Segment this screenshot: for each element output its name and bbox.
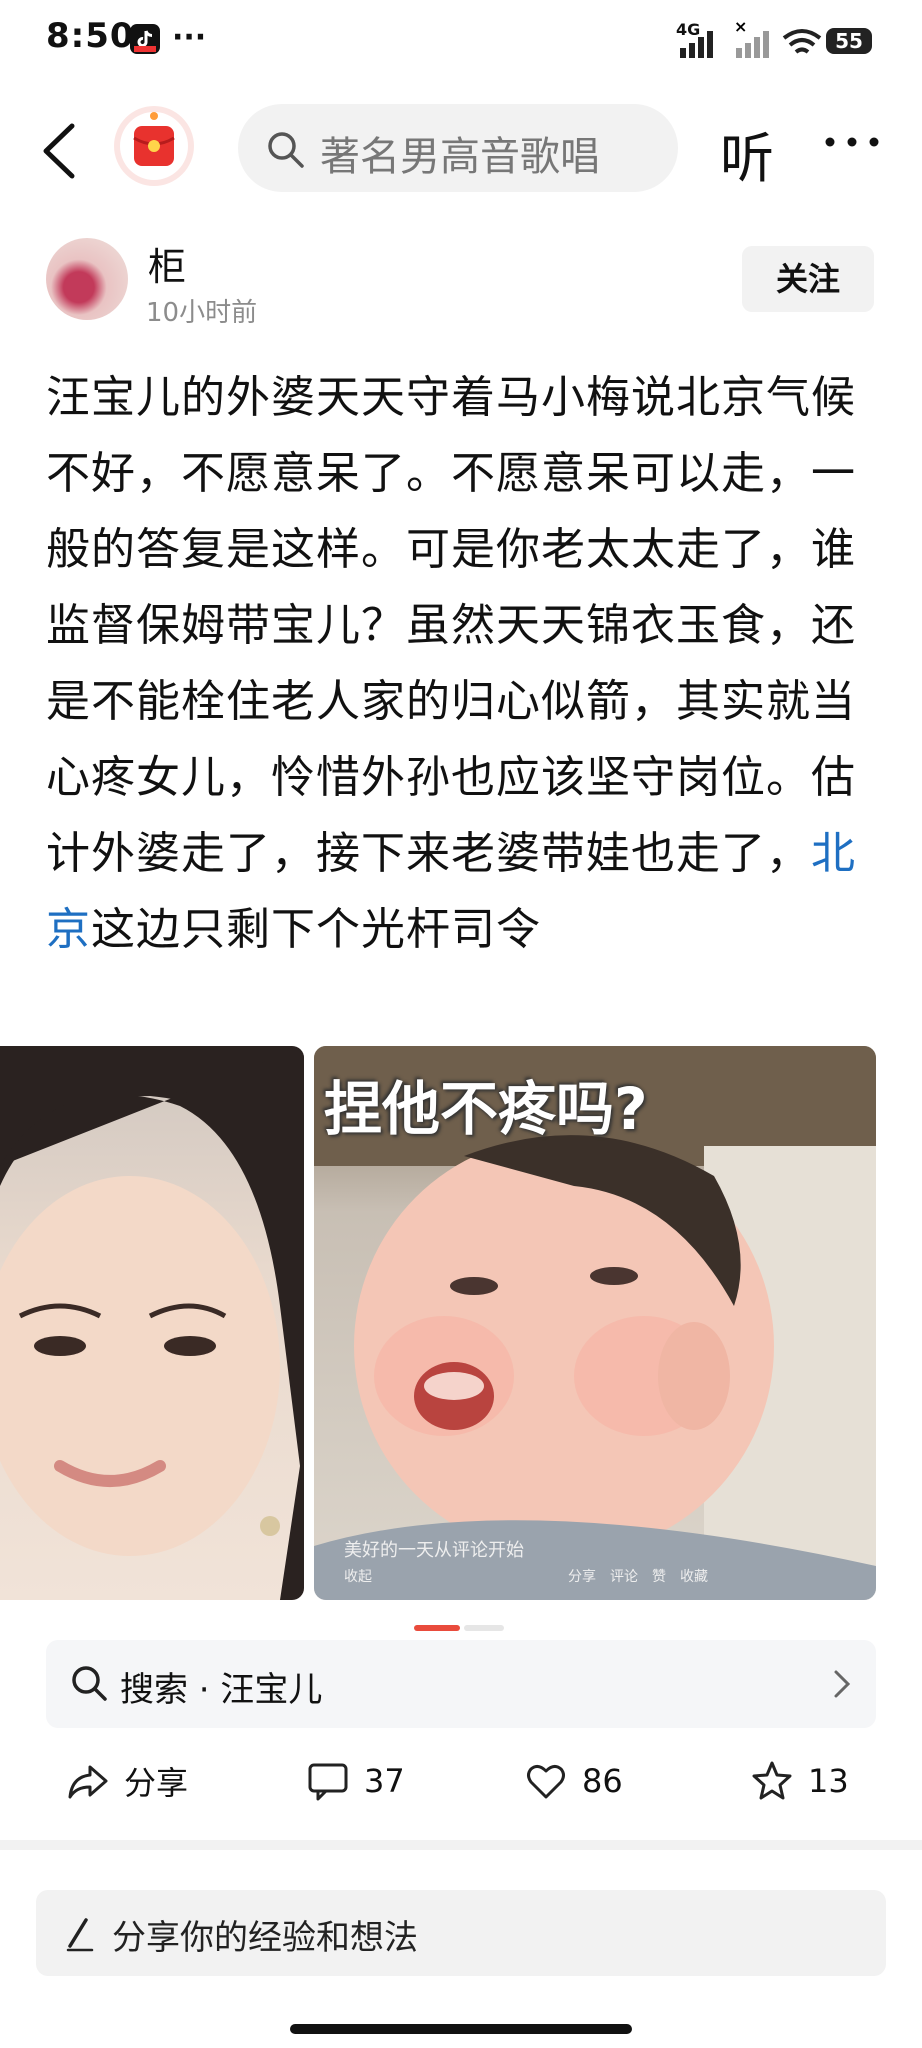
baby-photo[interactable]: 捏他不疼吗? 美好的一天从评论开始 收起 分享 评论 赞 收藏 [314, 1046, 876, 1600]
author-name[interactable]: 柜 [148, 236, 186, 291]
more-dots-icon [825, 137, 879, 147]
back-button[interactable] [36, 116, 86, 186]
search-placeholder: 著名男高音歌唱 [320, 134, 600, 180]
share-action[interactable]: 分享 [66, 1748, 188, 1814]
star-icon [752, 1761, 792, 1800]
post-body: 汪宝儿的外婆天天守着马小梅说北京气候不好，不愿意呆了。不愿意呆可以走，一般的答复… [46, 360, 876, 968]
pencil-icon [66, 1918, 94, 1952]
related-search-label: 搜索 · 汪宝儿 [120, 1670, 323, 1710]
svg-text:×: × [734, 18, 747, 36]
woman-portrait-illustration [0, 1046, 304, 1600]
comment-count: 37 [364, 1762, 405, 1800]
image-gallery[interactable]: 捏他不疼吗? 美好的一天从评论开始 收起 分享 评论 赞 收藏 [0, 1046, 922, 1600]
status-bar: 8:50 ··· 4G × 55 [0, 0, 922, 80]
more-options-button[interactable] [822, 122, 882, 162]
woman-photo[interactable] [0, 1046, 304, 1600]
baby-video-toolbar: 收起 分享 评论 赞 收藏 [344, 1569, 708, 1585]
status-more-icon: ··· [172, 20, 207, 55]
share-icon [68, 1765, 108, 1799]
wifi-icon [782, 29, 822, 54]
comment-icon [308, 1763, 348, 1801]
signal-no-service-icon: × [734, 18, 769, 58]
comment-placeholder: 分享你的经验和想法 [112, 1918, 418, 1958]
signal-icon [680, 31, 713, 58]
follow-button[interactable]: 关注 [742, 246, 874, 312]
tiktok-notification-icon [130, 24, 160, 54]
top-nav-bar: 著名男高音歌唱 听 [0, 96, 922, 206]
status-indicators: 4G × 55 [676, 18, 896, 58]
back-arrow-icon [43, 123, 75, 179]
author-avatar[interactable] [46, 238, 128, 320]
like-count: 86 [582, 1762, 623, 1800]
search-bar[interactable]: 著名男高音歌唱 [238, 104, 678, 192]
search-icon [72, 1666, 107, 1701]
heart-icon [527, 1764, 565, 1799]
share-label: 分享 [124, 1764, 189, 1802]
red-envelope-icon [120, 112, 188, 180]
listen-button[interactable]: 听 [720, 114, 774, 193]
status-time: 8:50 [46, 16, 135, 56]
like-action[interactable]: 86 [524, 1748, 623, 1814]
search-icon [268, 132, 304, 168]
red-envelope-logo[interactable] [114, 106, 194, 186]
action-bar: 分享 37 86 13 [46, 1748, 876, 1814]
image-page-indicator [414, 1616, 504, 1631]
home-indicator[interactable] [290, 2024, 632, 2034]
battery-icon: 55 [826, 28, 872, 54]
comment-input[interactable]: 分享你的经验和想法 [36, 1890, 886, 1976]
favorite-action[interactable]: 13 [750, 1748, 849, 1814]
baby-subtitle: 美好的一天从评论开始 [344, 1540, 524, 1561]
section-divider [0, 1840, 922, 1850]
comment-action[interactable]: 37 [306, 1748, 405, 1814]
post-text: 汪宝儿的外婆天天守着马小梅说北京气候不好，不愿意呆了。不愿意呆可以走，一般的答复… [46, 372, 856, 879]
baby-caption: 捏他不疼吗? [324, 1075, 648, 1143]
related-search-bar[interactable]: 搜索 · 汪宝儿 [46, 1640, 876, 1728]
post-timestamp: 10小时前 [146, 298, 258, 328]
chevron-right-icon [834, 1670, 851, 1698]
favorite-count: 13 [808, 1762, 849, 1800]
post-text-end: 这边只剩下个光杆司令 [91, 904, 541, 955]
